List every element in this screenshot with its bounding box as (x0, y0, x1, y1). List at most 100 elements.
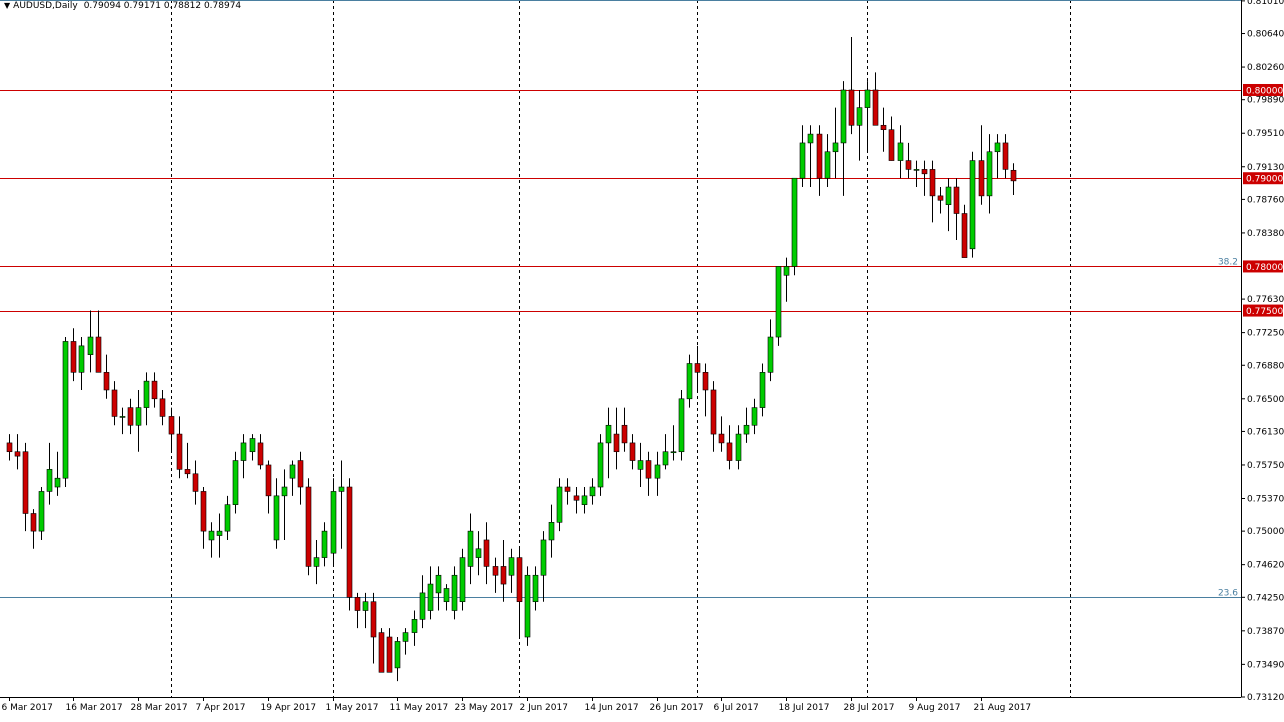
candle-body (872, 89, 879, 126)
candle-body (799, 142, 806, 179)
time-tick-label-5: 1 May 2017 (326, 703, 379, 713)
time-tick-label-0: 6 Mar 2017 (2, 703, 53, 713)
price-tick-label-18: 0.73870 (1247, 627, 1284, 637)
price-tick-label-15: 0.75000 (1247, 527, 1284, 537)
candle-body (249, 438, 256, 453)
candle-body (637, 460, 644, 470)
candle-body (905, 160, 912, 170)
candle-body (840, 89, 847, 144)
time-tick-label-10: 26 Jun 2017 (650, 703, 704, 713)
candle-body (953, 186, 960, 214)
candle-body (22, 451, 29, 514)
candle-body (208, 530, 215, 541)
candle-body (192, 473, 199, 492)
candle-body (200, 491, 207, 532)
candle-body (151, 380, 158, 400)
candle-body (564, 486, 571, 492)
candle-body (184, 469, 191, 475)
candle-body (807, 133, 814, 144)
time-tick-label-15: 21 Aug 2017 (974, 703, 1032, 713)
candle-body (176, 433, 183, 470)
candle-body (573, 495, 580, 501)
candle-body (556, 486, 563, 523)
candle-body (597, 442, 604, 488)
candle-body (678, 398, 685, 453)
candle-body (370, 601, 377, 638)
candle-body (95, 336, 102, 373)
candle-body (313, 557, 320, 567)
candle-body (402, 632, 409, 642)
candle-body (338, 486, 345, 492)
candle-body (832, 142, 839, 153)
time-tick-label-3: 7 Apr 2017 (196, 703, 246, 713)
price-tick-label-2: 0.80260 (1247, 63, 1284, 73)
candle-body (848, 89, 855, 126)
candle-body (524, 574, 531, 638)
candle-body (346, 486, 353, 598)
candle-body (508, 557, 515, 576)
candle-body (330, 491, 337, 554)
candle-body (443, 588, 450, 603)
time-tick-label-4: 19 Apr 2017 (261, 703, 317, 713)
candle-body (30, 513, 37, 532)
candle-body (362, 601, 369, 611)
price-chart[interactable]: 50.038.223.60.810100.806400.802600.79890… (0, 0, 1284, 718)
time-tick-label-2: 28 Mar 2017 (131, 703, 188, 713)
time-tick-label-1: 16 Mar 2017 (66, 703, 123, 713)
chart-svg[interactable]: 50.038.223.60.810100.806400.802600.79890… (0, 0, 1284, 718)
candle-body (54, 477, 61, 488)
candle-body (289, 464, 296, 479)
candle-body (605, 424, 612, 444)
candle-body (961, 213, 968, 258)
candle-body (451, 574, 458, 611)
candle-body (492, 566, 499, 576)
candle-body (500, 566, 507, 585)
price-tick-label-10: 0.76880 (1247, 361, 1284, 371)
candle-body (378, 632, 385, 673)
candle-body (265, 464, 272, 497)
candle-body (897, 142, 904, 161)
candle-body (864, 89, 871, 108)
candle-body (654, 464, 661, 479)
candle-body (14, 451, 21, 457)
candle-body (670, 451, 677, 454)
candle-body (435, 574, 442, 594)
candle-body (354, 597, 361, 611)
candle-body (467, 530, 474, 567)
candle-body (321, 530, 328, 558)
price-tick-label-17: 0.74250 (1247, 593, 1284, 603)
candle-body (581, 495, 588, 505)
candle-body (986, 151, 993, 197)
candle-body (119, 416, 126, 418)
candle-body (168, 416, 175, 435)
price-tick-label-14: 0.75370 (1247, 494, 1284, 504)
time-tick-label-6: 11 May 2017 (390, 703, 449, 713)
time-tick-label-12: 18 Jul 2017 (779, 703, 830, 713)
price-tick-label-13: 0.75750 (1247, 461, 1284, 471)
candle-body (994, 142, 1001, 153)
candle-body (759, 372, 766, 408)
candle-body (516, 557, 523, 603)
candle-body (978, 160, 985, 197)
candle-body (419, 592, 426, 620)
candle-body (880, 124, 887, 130)
candle-body (751, 407, 758, 426)
chart-header: ▼ AUDUSD,Daily 0.79094 0.79171 0.78812 0.7… (4, 1, 241, 11)
candle-body (621, 424, 628, 444)
candle-body (913, 169, 920, 171)
level-tag-label-1: 0.79000 (1246, 175, 1283, 185)
candle-body (127, 407, 134, 426)
candle-body (694, 363, 701, 373)
candle-body (240, 442, 247, 461)
price-tick-label-7: 0.78380 (1247, 229, 1284, 239)
candle-body (589, 486, 596, 497)
candle-body (159, 398, 166, 417)
time-tick-label-7: 23 May 2017 (455, 703, 514, 713)
candle-body (386, 636, 393, 673)
ohlc-values: 0.79094 0.79171 0.78812 0.78974 (83, 1, 242, 11)
candle-body (791, 177, 798, 267)
candle-body (103, 372, 110, 391)
triangle-down-icon[interactable]: ▼ (4, 1, 10, 10)
candle-body (427, 583, 434, 611)
candle-body (281, 486, 288, 497)
